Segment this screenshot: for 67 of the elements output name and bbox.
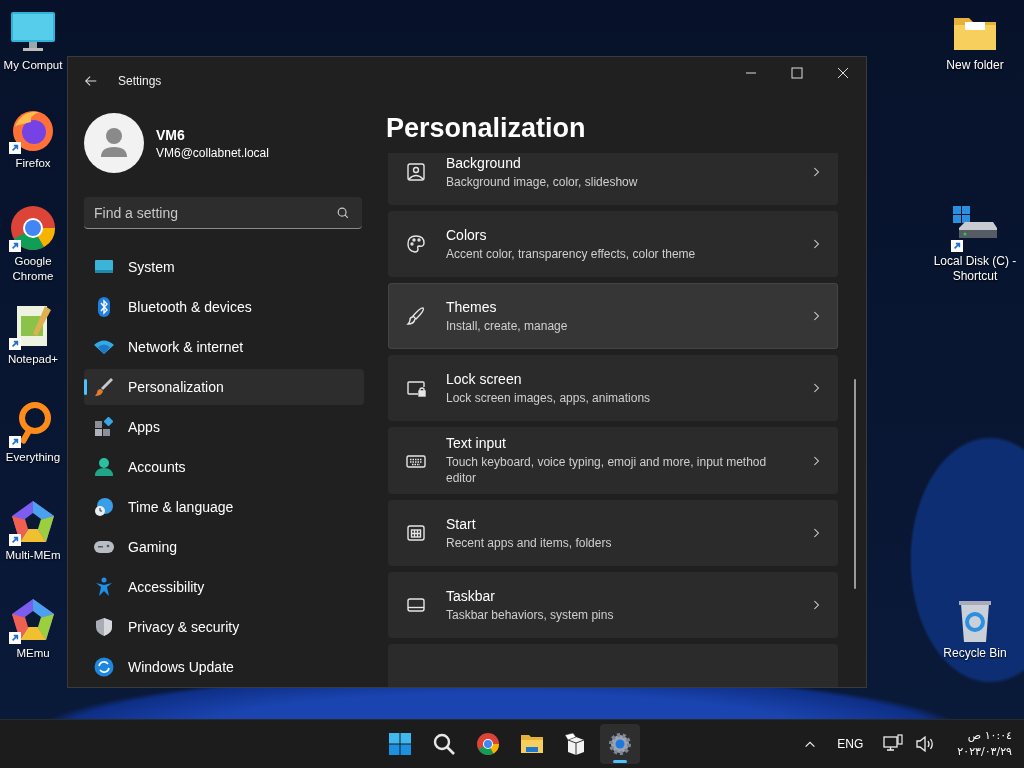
settings-card[interactable]: Start Recent apps and items, folders [388,500,838,566]
chevron-right-icon [812,598,820,612]
brush-icon [406,306,426,326]
settings-card[interactable]: Taskbar Taskbar behaviors, system pins [388,572,838,638]
settings-icon [608,732,632,756]
palette-icon [406,234,426,254]
globe-clock-icon [94,497,114,517]
desktop-icon-label[interactable]: Local Disk (C) - Shortcut [931,254,1019,284]
settings-card[interactable]: Themes Install, create, manage [388,283,838,349]
nav-item[interactable]: Accounts [84,449,364,485]
start-icon [388,732,412,756]
lock-screen-icon [406,378,426,398]
nav-item[interactable]: Bluetooth & devices [84,289,364,325]
user-name: VM6 [156,126,186,143]
nav-item[interactable]: Accessibility [84,569,364,605]
image-icon [406,162,426,182]
nav-item[interactable]: Gaming [84,529,364,565]
chevron-right-icon [812,237,820,251]
shield-icon [94,617,114,637]
avatar-icon [84,113,144,173]
desktop-icon-label[interactable]: New folder [931,58,1019,73]
nav-item[interactable]: Windows Update [84,649,364,685]
desktop-icon-label[interactable]: Notepad+ [0,352,66,367]
chevron-right-icon [812,381,820,395]
brush-icon [94,377,114,397]
browser-icon [476,732,500,756]
back-arrow-icon[interactable] [84,74,98,88]
search-field[interactable]: Find a setting [84,197,362,229]
search-icon [336,206,350,220]
nav-item[interactable]: Network & internet [84,329,364,365]
search-icon [432,732,456,756]
settings-card[interactable]: Colors Accent color, transparency effects, color theme [388,211,838,277]
window-title: Settings [118,74,162,88]
nav-item[interactable]: Time & language [84,489,364,525]
desktop-icon-label[interactable]: Recycle Bin [931,646,1019,661]
clock[interactable]: ١٠:٠٤ ص ٢٠٢٣/٠٣/٢٩ [957,728,1012,760]
taskbar-icon [406,595,426,615]
nav-item[interactable]: System [84,249,364,285]
network-icon[interactable] [883,734,904,754]
folder-icon [520,732,544,756]
user-email: VM6@collabnet.local [156,145,269,160]
refresh-icon [94,657,114,677]
page-heading: Personalization [385,112,587,145]
grid-icon [94,417,114,437]
scrollbar-thumb[interactable] [854,379,856,589]
desktop-icon-label[interactable]: Google Chrome [0,254,66,284]
desktop-icon-label[interactable]: Everything [0,450,66,465]
chevron-right-icon [812,309,820,323]
nav-item[interactable]: Personalization [84,369,364,405]
accessibility-icon [94,577,114,597]
start-menu-icon [406,523,426,543]
desktop-icon-label[interactable]: MEmu [0,646,66,661]
settings-card[interactable]: Text input Touch keyboard, voice typing, emoji and more, input method editor [388,427,838,494]
settings-card[interactable]: Background Background image, color, slideshow [388,153,838,205]
desktop-icon-label[interactable]: Multi-MEm [0,548,66,563]
nav-item[interactable]: Apps [84,409,364,445]
chevron-right-icon [812,526,820,540]
desktop-icon-label[interactable]: My Comput [0,58,66,73]
person-icon [94,457,114,477]
desktop-icon-label[interactable]: Firefox [0,156,66,171]
nav-item[interactable]: Privacy & security [84,609,364,645]
speaker-icon[interactable] [915,734,936,754]
settings-card[interactable]: Lock screen Lock screen images, apps, animations [388,355,838,421]
taskbar-button[interactable] [600,724,640,764]
language-indicator[interactable]: ENG [837,737,864,751]
browser-icon [9,204,57,252]
chevron-right-icon [812,165,820,179]
